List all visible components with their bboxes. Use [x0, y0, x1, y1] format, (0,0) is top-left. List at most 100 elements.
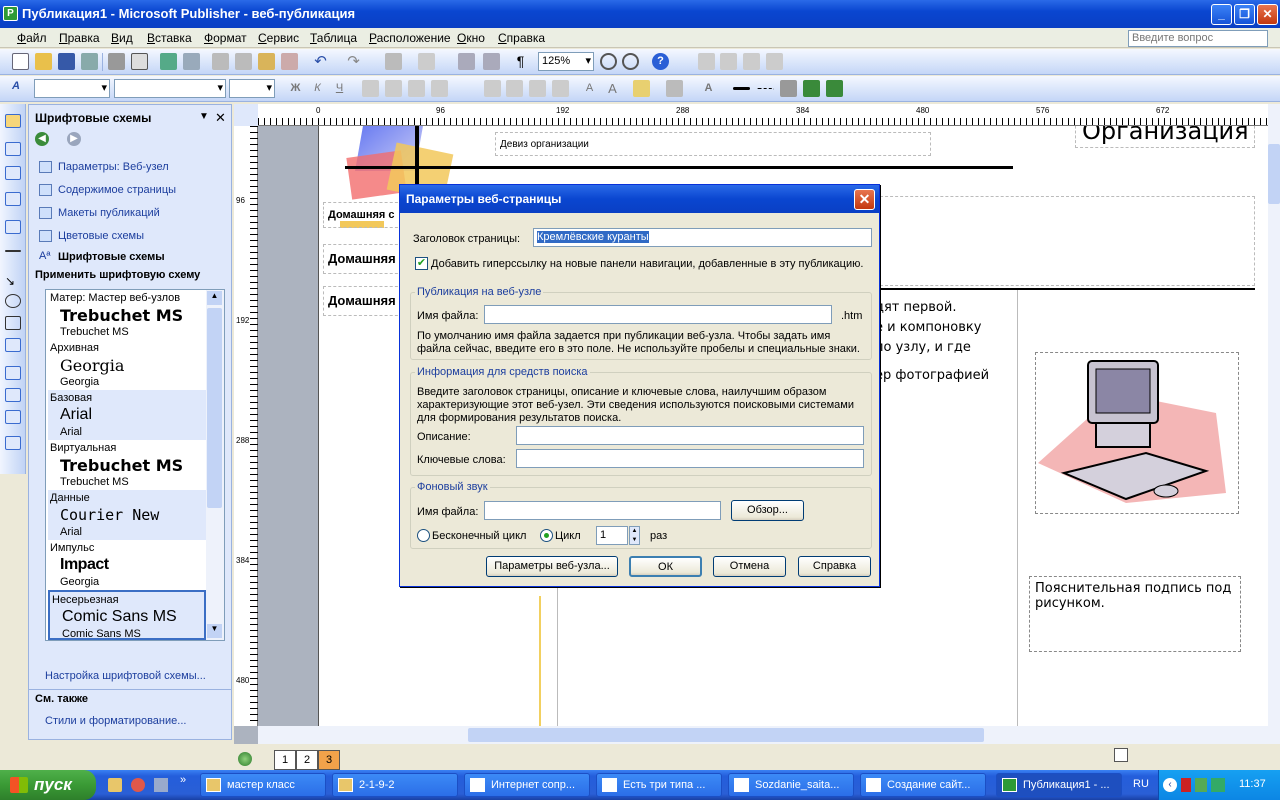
dialog-help-button[interactable]: Справка	[798, 556, 871, 577]
body-text[interactable]: дят первой. е и компоновку по узлу, и гд…	[875, 298, 1015, 386]
ok-button[interactable]: ОК	[629, 556, 702, 577]
scroll-down-icon[interactable]: ▼	[207, 624, 222, 638]
menu-view[interactable]: Вид	[111, 31, 133, 45]
spelling-icon[interactable]	[160, 53, 177, 70]
rotate-icon[interactable]	[418, 53, 435, 70]
cut-icon[interactable]	[212, 53, 229, 70]
loop-radio[interactable]	[540, 529, 553, 542]
italic-icon[interactable]: К	[309, 80, 326, 97]
publisher-app-icon[interactable]: P	[3, 6, 18, 21]
quicklaunch-more-icon[interactable]: »	[180, 774, 186, 786]
arrow-tool-icon[interactable]: ↘	[5, 274, 21, 288]
quicklaunch-icon-3[interactable]	[154, 778, 168, 792]
sound-filename-input[interactable]	[484, 501, 721, 520]
menu-edit[interactable]: Правка	[59, 31, 100, 45]
web-preview-icon[interactable]	[483, 53, 500, 70]
nav-button-3[interactable]: Домашняя	[323, 286, 403, 316]
line-color-icon[interactable]	[666, 80, 683, 97]
dialog-close-button[interactable]: ✕	[854, 189, 875, 210]
research-icon[interactable]	[183, 53, 200, 70]
quicklaunch-opera-icon[interactable]	[131, 778, 145, 792]
page-1-button[interactable]: 1	[274, 750, 296, 770]
table-tool-icon[interactable]	[5, 166, 21, 180]
quicklaunch-icon-1[interactable]	[108, 778, 122, 792]
language-indicator[interactable]: RU	[1133, 778, 1149, 790]
scheme-item[interactable]: Базовая Arial Arial	[48, 390, 206, 440]
back-icon[interactable]: ◀	[35, 132, 49, 146]
insert-hyperlink-icon[interactable]	[458, 53, 475, 70]
link-page-content[interactable]: Содержимое страницы	[58, 184, 176, 196]
text-box-tool-icon[interactable]	[5, 142, 21, 156]
tray-icon-3[interactable]	[1211, 778, 1225, 792]
link-publication-designs[interactable]: Макеты публикаций	[58, 207, 160, 219]
zoom-select[interactable]: 125%	[538, 52, 594, 71]
wordart-tool-icon[interactable]	[5, 192, 21, 206]
print-preview-icon[interactable]	[131, 53, 148, 70]
styles-icon[interactable]: A	[12, 80, 29, 97]
keywords-input[interactable]	[516, 449, 864, 468]
scheme-item-selected[interactable]: Несерьезная Comic Sans MS Comic Sans MS	[48, 590, 206, 640]
redo-icon[interactable]: ↷	[345, 53, 362, 70]
start-button[interactable]: пуск	[0, 770, 96, 800]
align-left-icon[interactable]	[362, 80, 379, 97]
help-search-input[interactable]: Введите вопрос	[1128, 30, 1268, 47]
page-3-button[interactable]: 3	[318, 750, 340, 770]
help-icon[interactable]: ?	[652, 53, 669, 70]
customize-font-scheme-link[interactable]: Настройка шрифтовой схемы...	[45, 670, 206, 682]
open-icon[interactable]	[35, 53, 52, 70]
browse-button[interactable]: Обзор...	[731, 500, 804, 521]
new-icon[interactable]	[12, 53, 29, 70]
menu-window[interactable]: Окно	[457, 31, 485, 45]
format-painter-icon[interactable]	[281, 53, 298, 70]
justify-icon[interactable]	[431, 80, 448, 97]
decrease-font-icon[interactable]: A	[581, 80, 598, 97]
caption-textbox[interactable]: Пояснительная подпись под рисунком.	[1029, 576, 1241, 652]
zoom-in-icon[interactable]	[622, 53, 639, 70]
task-master-class[interactable]: мастер класс	[200, 773, 326, 797]
link-font-schemes[interactable]: Шрифтовые схемы	[58, 251, 165, 263]
increase-font-icon[interactable]: A	[604, 80, 621, 97]
scheme-list-scrollbar[interactable]: ▲ ▼	[206, 290, 224, 640]
arrow-style-icon[interactable]	[780, 80, 797, 97]
align-right-icon[interactable]	[408, 80, 425, 97]
scroll-thumb[interactable]	[207, 308, 222, 508]
menu-arrange[interactable]: Расположение	[369, 31, 451, 45]
menu-insert[interactable]: Вставка	[147, 31, 192, 45]
rectangle-tool-icon[interactable]	[5, 316, 21, 330]
menu-help[interactable]: Справка	[498, 31, 545, 45]
special-characters-icon[interactable]: ¶	[512, 53, 529, 70]
heading-textbox[interactable]	[875, 196, 1255, 286]
undo-icon[interactable]: ↶	[312, 53, 329, 70]
permission-icon[interactable]	[81, 53, 98, 70]
task-creating-site[interactable]: Создание сайт...	[860, 773, 986, 797]
link-color-schemes[interactable]: Цветовые схемы	[58, 230, 144, 242]
clock[interactable]: 11:37	[1239, 778, 1266, 790]
line-tool-icon[interactable]	[5, 250, 21, 252]
vertical-scroll-thumb[interactable]	[1268, 144, 1280, 204]
form-control-tool-icon[interactable]	[5, 388, 21, 402]
break-link-icon[interactable]	[720, 53, 737, 70]
motto-textbox[interactable]: Девиз организации	[495, 132, 931, 156]
menu-format[interactable]: Формат	[204, 31, 247, 45]
task-sozdanie[interactable]: Sozdanie_saita...	[728, 773, 854, 797]
task-folder[interactable]: 2-1-9-2	[332, 773, 458, 797]
design-gallery-tool-icon[interactable]	[5, 436, 21, 450]
org-name-textbox[interactable]: Организация	[1075, 126, 1255, 148]
tray-icon-1[interactable]	[1181, 778, 1191, 792]
site-options-button[interactable]: Параметры веб-узла...	[486, 556, 618, 577]
copy-icon[interactable]	[235, 53, 252, 70]
task-publisher[interactable]: Публикация1 - ...	[996, 773, 1122, 797]
paste-icon[interactable]	[258, 53, 275, 70]
add-hyperlink-checkbox[interactable]: ✔	[415, 257, 428, 270]
close-button[interactable]: ✕	[1257, 4, 1278, 25]
styles-formatting-link[interactable]: Стили и форматирование...	[45, 715, 186, 727]
page-title-input[interactable]: Кремлёвские куранты	[533, 228, 872, 247]
task-internet[interactable]: Интернет сопр...	[464, 773, 590, 797]
3d-style-icon[interactable]	[826, 80, 843, 97]
bullets-icon[interactable]	[506, 80, 523, 97]
task-three-types[interactable]: Есть три типа ...	[596, 773, 722, 797]
task-pane-close-icon[interactable]: ✕	[215, 110, 226, 126]
minimize-button[interactable]: _	[1211, 4, 1232, 25]
scheme-item[interactable]: Данные Courier New Arial	[48, 490, 206, 540]
autoshapes-tool-icon[interactable]	[5, 338, 21, 352]
